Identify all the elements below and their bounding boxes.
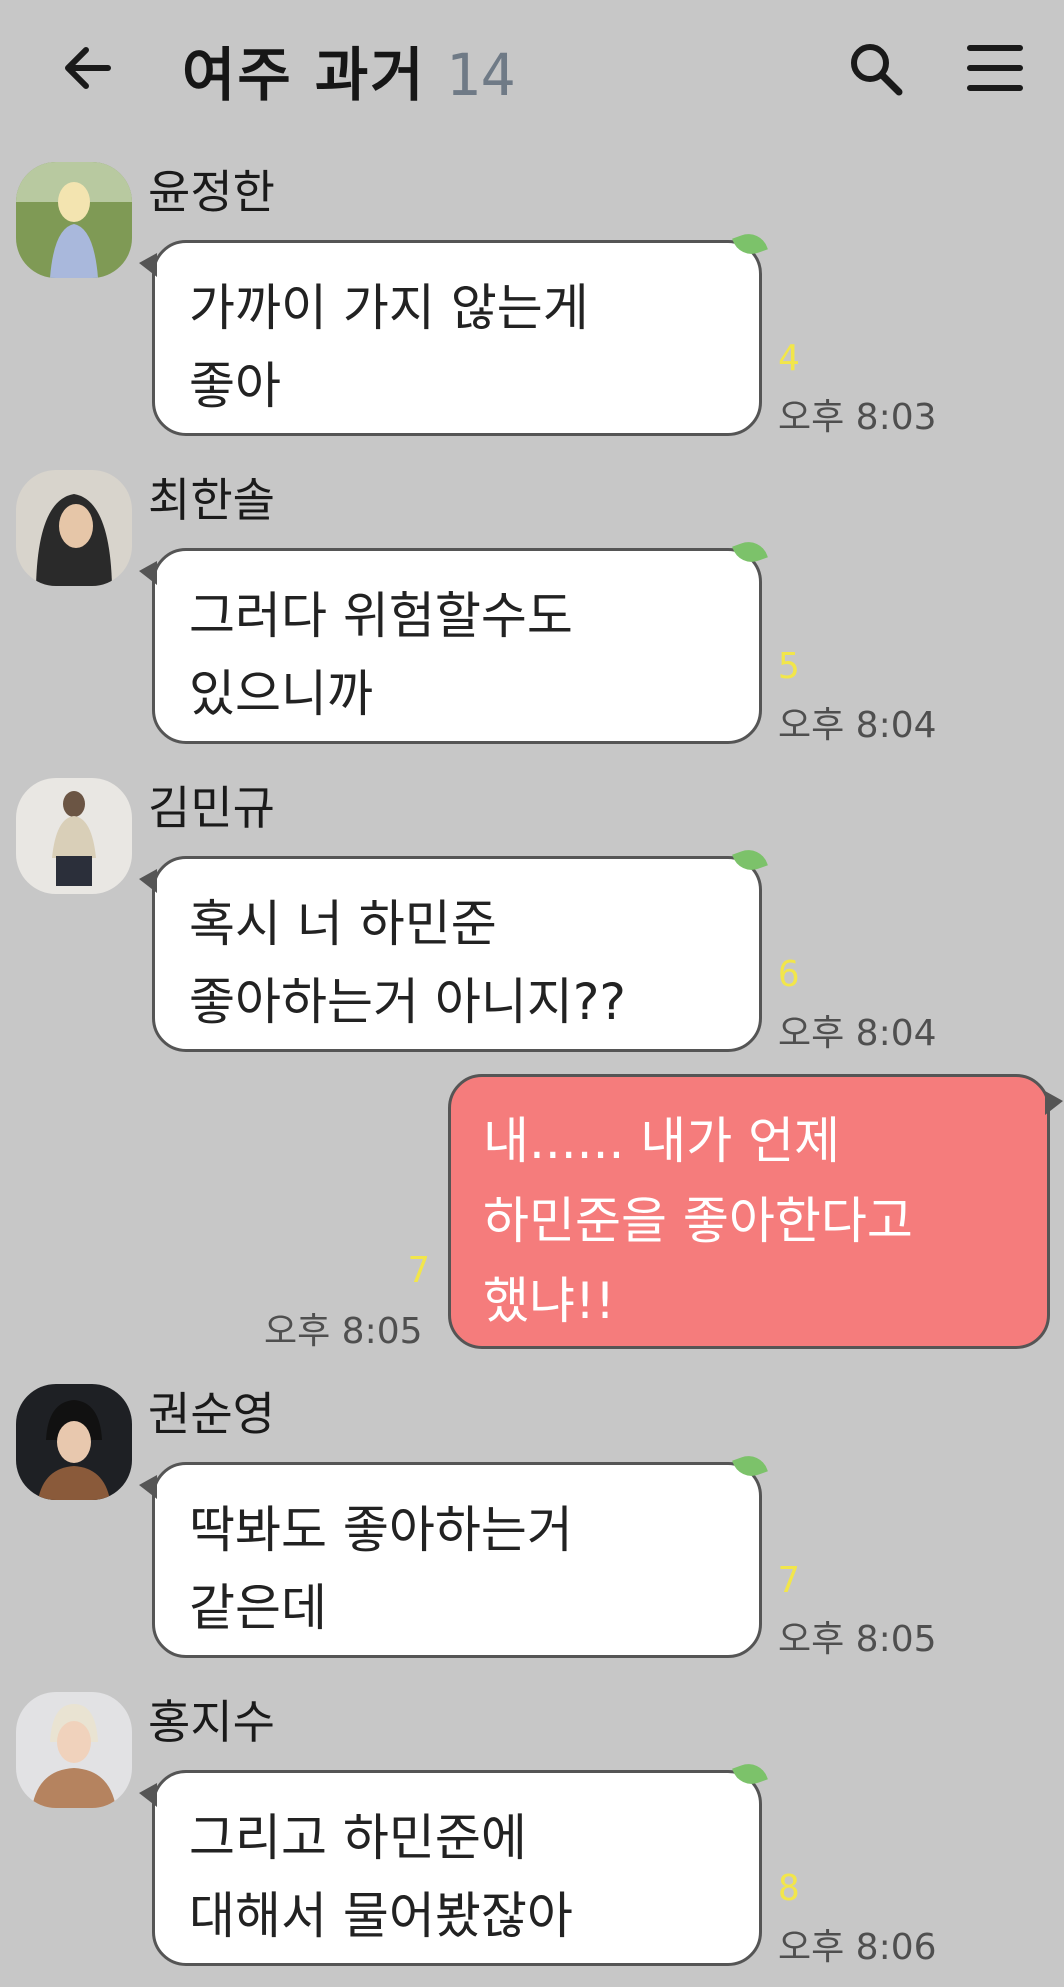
message-line: 딱봐도 좋아하는거 xyxy=(189,1501,573,1559)
avatar-image xyxy=(16,778,132,894)
avatar[interactable] xyxy=(16,162,132,278)
message-bubble[interactable]: 딱봐도 좋아하는거 같은데 xyxy=(139,1450,768,1658)
message-line: 내...... 내가 언제 xyxy=(483,1112,841,1170)
leaf-icon xyxy=(732,1450,768,1482)
menu-button[interactable] xyxy=(966,40,1024,96)
message-bubble[interactable]: 가까이 가지 않는게 좋아 xyxy=(139,228,768,436)
message-line: 그러다 위험할수도 xyxy=(189,587,573,645)
message-line: 같은데 xyxy=(189,1579,327,1637)
avatar-image xyxy=(16,470,132,586)
message-line: 그리고 하민준에 xyxy=(189,1809,527,1867)
message-bubble[interactable]: 그러다 위험할수도 있으니까 xyxy=(139,536,768,744)
message-line: 혹시 너 하민준 xyxy=(189,895,497,953)
leaf-icon xyxy=(732,844,768,876)
back-button[interactable] xyxy=(58,38,118,98)
avatar[interactable] xyxy=(16,1384,132,1500)
search-icon xyxy=(851,44,903,96)
message-bubble[interactable]: 혹시 너 하민준 좋아하는거 아니지?? xyxy=(139,844,768,1052)
unread-count: 7 xyxy=(778,1560,800,1601)
leaf-icon xyxy=(732,536,768,568)
leaf-icon xyxy=(732,228,768,260)
message-time: 오후 8:04 xyxy=(778,705,937,746)
chat-header: 여주 과거 14 xyxy=(0,0,1064,140)
unread-count: 6 xyxy=(778,954,800,995)
message-line: 좋아하는거 아니지?? xyxy=(189,973,626,1031)
sender-name: 홍지수 xyxy=(148,1695,275,1749)
unread-count: 7 xyxy=(408,1250,430,1291)
sender-name: 김민규 xyxy=(148,781,275,835)
arrow-left-icon xyxy=(65,47,111,89)
message-line: 가까이 가지 않는게 xyxy=(189,279,589,337)
message-bubble[interactable]: 그리고 하민준에 대해서 물어봤잖아 xyxy=(139,1758,768,1966)
search-button[interactable] xyxy=(845,38,905,98)
message-time: 오후 8:03 xyxy=(778,397,937,438)
unread-count: 4 xyxy=(778,338,800,379)
message-line: 하민준을 좋아한다고 xyxy=(483,1192,913,1250)
sender-name: 윤정한 xyxy=(148,165,275,219)
message-time: 오후 8:05 xyxy=(778,1619,937,1660)
message-line: 했냐!! xyxy=(483,1272,616,1330)
leaf-icon xyxy=(732,1758,768,1790)
message-time: 오후 8:05 xyxy=(264,1311,423,1352)
my-message-bubble[interactable]: 내...... 내가 언제 하민준을 좋아한다고 했냐!! xyxy=(448,1074,1063,1349)
avatar-image xyxy=(16,1692,132,1808)
unread-count: 8 xyxy=(778,1868,800,1909)
message-line: 좋아 xyxy=(189,357,281,415)
message-line: 있으니까 xyxy=(189,665,373,723)
member-count: 14 xyxy=(445,41,516,109)
message-line: 대해서 물어봤잖아 xyxy=(189,1887,573,1945)
avatar[interactable] xyxy=(16,1692,132,1808)
avatar-image xyxy=(16,162,132,278)
sender-name: 권순영 xyxy=(148,1387,275,1441)
message-time: 오후 8:04 xyxy=(778,1013,937,1054)
chat-title: 여주 과거 xyxy=(182,41,426,109)
chat-title-group: 여주 과거 14 xyxy=(182,28,516,109)
menu-icon xyxy=(967,45,1023,91)
unread-count: 5 xyxy=(778,646,800,687)
avatar-image xyxy=(16,1384,132,1500)
avatar[interactable] xyxy=(16,470,132,586)
avatar[interactable] xyxy=(16,778,132,894)
message-time: 오후 8:06 xyxy=(778,1927,937,1968)
sender-name: 최한솔 xyxy=(148,473,275,527)
